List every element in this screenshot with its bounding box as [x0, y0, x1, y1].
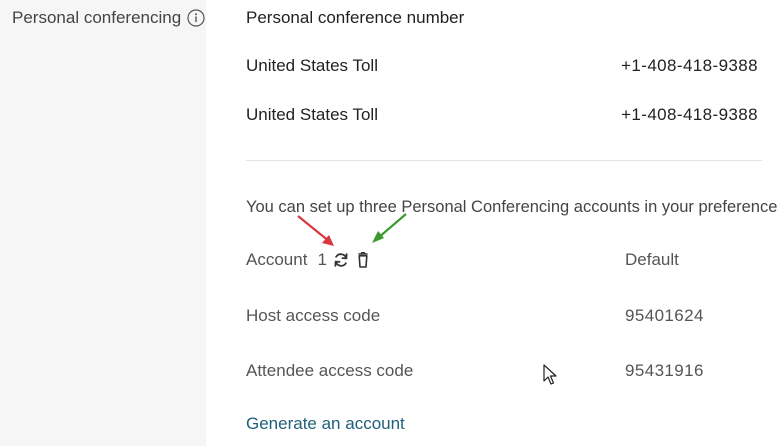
trash-icon[interactable]	[354, 250, 372, 270]
phone-number: +1-408-418-9388	[621, 56, 758, 75]
personal-conferencing-panel: Personal conferencing Personal conferenc…	[0, 0, 778, 446]
account-number: 1	[317, 250, 327, 269]
mouse-cursor-icon	[543, 364, 557, 391]
attendee-access-code: 95431916	[625, 361, 704, 380]
host-access-row: Host access code 95401624	[246, 306, 758, 326]
red-arrow	[297, 215, 334, 246]
number-label: United States Toll	[246, 56, 378, 75]
refresh-icon[interactable]	[332, 250, 350, 270]
account-label: Account	[246, 250, 308, 269]
conference-number-row: United States Toll +1-408-418-9388	[246, 56, 758, 76]
number-label: United States Toll	[246, 105, 378, 124]
section-label-text: Personal conferencing	[12, 8, 182, 27]
conference-number-heading: Personal conference number	[246, 8, 465, 27]
accounts-note: You can set up three Personal Conferenci…	[246, 198, 778, 216]
account-row: Account 1 Default	[246, 250, 758, 270]
divider	[246, 160, 762, 161]
host-access-label: Host access code	[246, 306, 381, 325]
section-label: Personal conferencing	[12, 8, 205, 28]
default-label: Default	[625, 250, 679, 269]
attendee-access-row: Attendee access code 95431916	[246, 361, 758, 381]
conference-number-row: United States Toll +1-408-418-9388	[246, 105, 758, 125]
green-arrow	[372, 213, 407, 243]
attendee-access-label: Attendee access code	[246, 361, 414, 380]
generate-account-link[interactable]: Generate an account	[246, 414, 405, 434]
info-icon[interactable]	[187, 9, 205, 27]
label-column: Personal conferencing	[0, 0, 206, 446]
phone-number: +1-408-418-9388	[621, 105, 758, 124]
host-access-code: 95401624	[625, 306, 704, 325]
